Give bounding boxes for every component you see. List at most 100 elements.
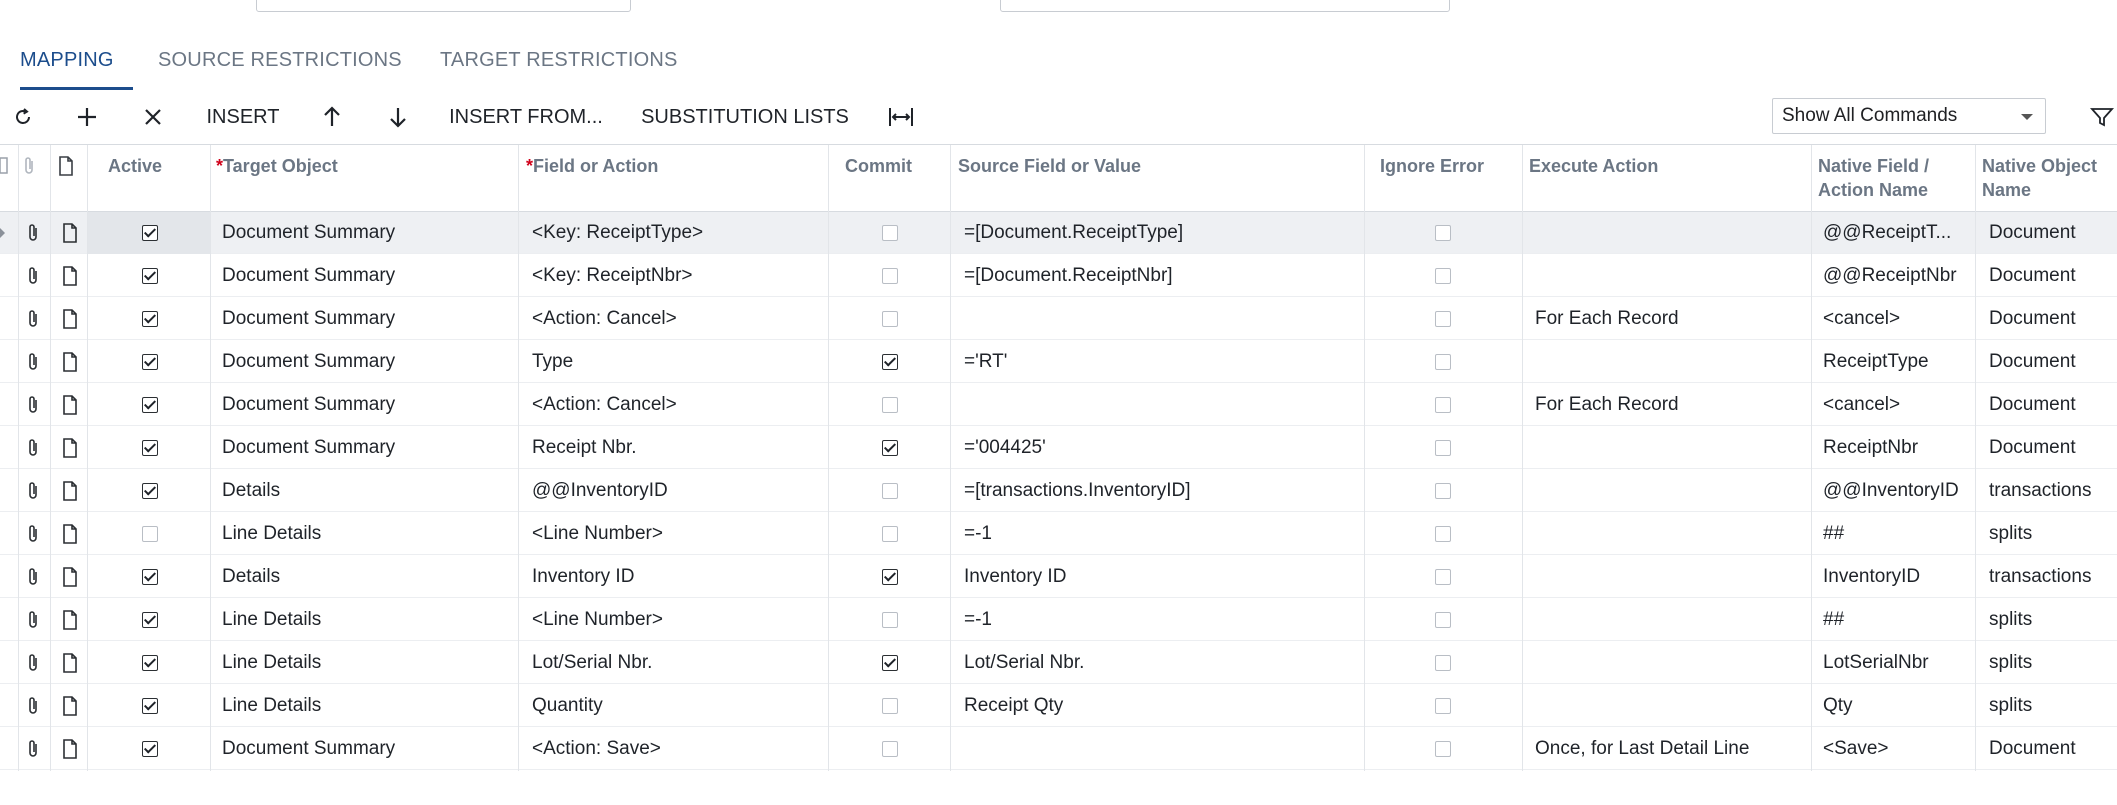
delete-row-button[interactable] (134, 90, 172, 144)
table-row[interactable]: Line Details <Line Number> =-1 ## splits (0, 599, 2117, 641)
tab-mapping[interactable]: MAPPING (20, 42, 133, 90)
source-field-cell[interactable]: =[Document.ReceiptType] (964, 212, 1364, 254)
tab-target-restrictions[interactable]: TARGET RESTRICTIONS (440, 42, 678, 88)
execute-action-column-header[interactable]: Execute Action (1529, 145, 1789, 211)
execute-action-cell[interactable] (1535, 255, 1805, 297)
ignore-error-checkbox[interactable] (1435, 569, 1451, 585)
document-icon[interactable] (62, 523, 78, 550)
active-checkbox[interactable] (142, 569, 158, 585)
target-object-cell[interactable]: Document Summary (222, 341, 522, 383)
field-or-action-cell[interactable]: <Line Number> (532, 599, 832, 641)
source-field-cell[interactable]: Inventory ID (964, 556, 1364, 598)
native-field-cell[interactable]: ## (1823, 599, 1973, 641)
commit-checkbox[interactable] (882, 612, 898, 628)
native-object-cell[interactable]: Document (1989, 341, 2117, 383)
commit-checkbox[interactable] (882, 268, 898, 284)
commit-checkbox[interactable] (882, 354, 898, 370)
move-down-button[interactable] (380, 90, 416, 144)
document-icon[interactable] (62, 738, 78, 765)
commit-checkbox[interactable] (882, 655, 898, 671)
native-field-cell[interactable]: @@InventoryID (1823, 470, 1973, 512)
target-object-cell[interactable]: Line Details (222, 642, 522, 684)
document-icon[interactable] (62, 695, 78, 722)
table-row[interactable]: Document Summary <Key: ReceiptType> =[Docu… (0, 212, 2117, 254)
native-field-cell[interactable]: <cancel> (1823, 384, 1973, 426)
commit-checkbox[interactable] (882, 698, 898, 714)
document-icon[interactable] (62, 480, 78, 507)
target-object-cell[interactable]: Document Summary (222, 298, 522, 340)
document-icon[interactable] (62, 652, 78, 679)
document-icon[interactable] (62, 351, 78, 378)
ignore-error-checkbox[interactable] (1435, 311, 1451, 327)
move-up-button[interactable] (314, 90, 350, 144)
ignore-error-checkbox[interactable] (1435, 526, 1451, 542)
column-divider[interactable] (950, 145, 951, 771)
active-checkbox[interactable] (142, 397, 158, 413)
target-object-cell[interactable]: Details (222, 556, 522, 598)
fit-columns-button[interactable] (882, 90, 920, 144)
column-divider[interactable] (828, 145, 829, 771)
column-divider[interactable] (1522, 145, 1523, 771)
commit-checkbox[interactable] (882, 569, 898, 585)
table-row[interactable]: Details @@InventoryID =[transactions.Inven… (0, 470, 2117, 512)
paperclip-icon[interactable] (26, 222, 40, 249)
field-or-action-cell[interactable]: Inventory ID (532, 556, 832, 598)
paperclip-icon[interactable] (26, 351, 40, 378)
table-row[interactable]: Document Summary <Key: ReceiptNbr> =[Docum… (0, 255, 2117, 297)
table-row[interactable]: Line Details Lot/Serial Nbr. Lot/Serial Nb… (0, 642, 2117, 684)
native-object-cell[interactable]: Document (1989, 728, 2117, 770)
execute-action-cell[interactable] (1535, 642, 1805, 684)
execute-action-cell[interactable] (1535, 470, 1805, 512)
active-checkbox[interactable] (142, 741, 158, 757)
column-divider[interactable] (1364, 145, 1365, 771)
native-field-cell[interactable]: @@ReceiptNbr (1823, 255, 1973, 297)
table-row[interactable]: Document Summary Type ='RT' ReceiptType Docu… (0, 341, 2117, 383)
native-field-column-header[interactable]: Native Field / Action Name (1818, 145, 1968, 211)
ignore-error-column-header[interactable]: Ignore Error (1380, 145, 1530, 211)
execute-action-cell[interactable] (1535, 556, 1805, 598)
paperclip-icon[interactable] (26, 695, 40, 722)
target-object-cell[interactable]: Document Summary (222, 212, 522, 254)
field-or-action-cell[interactable]: <Action: Cancel> (532, 298, 832, 340)
commit-checkbox[interactable] (882, 440, 898, 456)
field-or-action-cell[interactable]: <Key: ReceiptType> (532, 212, 832, 254)
document-icon[interactable] (62, 566, 78, 593)
target-object-cell[interactable]: Line Details (222, 599, 522, 641)
tab-source-restrictions[interactable]: SOURCE RESTRICTIONS (158, 42, 402, 88)
target-object-cell[interactable]: Document Summary (222, 255, 522, 297)
execute-action-cell[interactable] (1535, 599, 1805, 641)
native-object-cell[interactable]: transactions (1989, 470, 2117, 512)
document-icon[interactable] (62, 222, 78, 249)
target-object-cell[interactable]: Document Summary (222, 728, 522, 770)
paperclip-icon[interactable] (26, 523, 40, 550)
column-divider[interactable] (1811, 145, 1812, 771)
field-or-action-cell[interactable]: <Line Number> (532, 513, 832, 555)
ignore-error-checkbox[interactable] (1435, 741, 1451, 757)
field-or-action-cell[interactable]: Quantity (532, 685, 832, 727)
execute-action-cell[interactable]: For Each Record (1535, 384, 1805, 426)
paperclip-icon[interactable] (26, 652, 40, 679)
insert-from-button[interactable]: INSERT FROM... (446, 90, 606, 144)
document-icon[interactable] (62, 308, 78, 335)
commit-checkbox[interactable] (882, 741, 898, 757)
active-checkbox[interactable] (142, 311, 158, 327)
ignore-error-checkbox[interactable] (1435, 655, 1451, 671)
source-field-cell[interactable] (964, 728, 1364, 770)
active-checkbox[interactable] (142, 225, 158, 241)
active-checkbox[interactable] (142, 612, 158, 628)
active-checkbox[interactable] (142, 698, 158, 714)
native-object-cell[interactable]: Document (1989, 298, 2117, 340)
add-row-button[interactable] (68, 90, 106, 144)
document-icon[interactable] (62, 394, 78, 421)
ignore-error-checkbox[interactable] (1435, 397, 1451, 413)
column-divider[interactable] (50, 145, 51, 771)
table-row[interactable]: Details Inventory ID Inventory ID Inventory… (0, 556, 2117, 598)
paperclip-icon[interactable] (26, 308, 40, 335)
source-field-cell[interactable]: =-1 (964, 599, 1364, 641)
active-checkbox[interactable] (142, 354, 158, 370)
native-object-cell[interactable]: splits (1989, 685, 2117, 727)
field-or-action-cell[interactable]: <Action: Save> (532, 728, 832, 770)
ignore-error-checkbox[interactable] (1435, 268, 1451, 284)
native-object-cell[interactable]: splits (1989, 642, 2117, 684)
commit-checkbox[interactable] (882, 397, 898, 413)
